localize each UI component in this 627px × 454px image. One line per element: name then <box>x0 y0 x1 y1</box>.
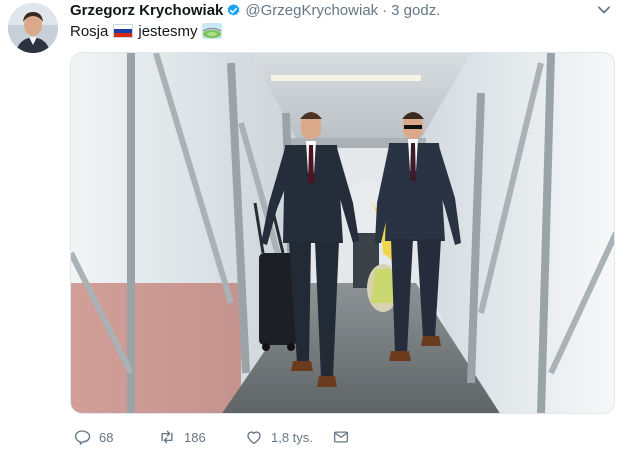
tweet-text-part-2: jestesmy <box>138 22 198 40</box>
separator-dot: · <box>382 1 388 19</box>
tweet-photo[interactable] <box>70 52 615 414</box>
flag-russia-icon <box>113 24 134 38</box>
chevron-down-icon[interactable] <box>597 3 611 17</box>
heart-icon <box>247 431 261 445</box>
retweet-button[interactable]: 186 <box>158 428 206 446</box>
tweet-text: Rosja jestesmy <box>70 20 222 42</box>
like-button[interactable]: 1,8 tys. <box>245 428 313 446</box>
direct-message-button[interactable] <box>332 428 358 446</box>
retweet-count: 186 <box>184 429 206 445</box>
verified-badge-icon <box>227 3 240 16</box>
author-name[interactable]: Grzegorz Krychowiak <box>70 2 223 19</box>
jet-bridge-photo <box>71 53 614 413</box>
reply-button[interactable]: 68 <box>73 428 113 446</box>
tweet-text-part-1: Rosja <box>70 22 109 40</box>
reply-icon <box>74 430 91 445</box>
like-count: 1,8 tys. <box>271 429 313 445</box>
envelope-icon <box>333 431 349 443</box>
avatar[interactable] <box>8 3 58 53</box>
author-handle[interactable]: @GrzegKrychowiak <box>245 2 378 19</box>
retweet-icon <box>161 430 173 444</box>
tweet-timestamp[interactable]: 3 godz. <box>391 2 440 19</box>
tweet-actions: 68 186 1,8 tys. <box>70 428 610 450</box>
stadium-icon <box>201 23 222 39</box>
reply-count: 68 <box>99 429 114 445</box>
tweet-header: Grzegorz Krychowiak @GrzegKrychowiak · 3… <box>70 0 440 20</box>
avatar-portrait <box>8 3 58 53</box>
